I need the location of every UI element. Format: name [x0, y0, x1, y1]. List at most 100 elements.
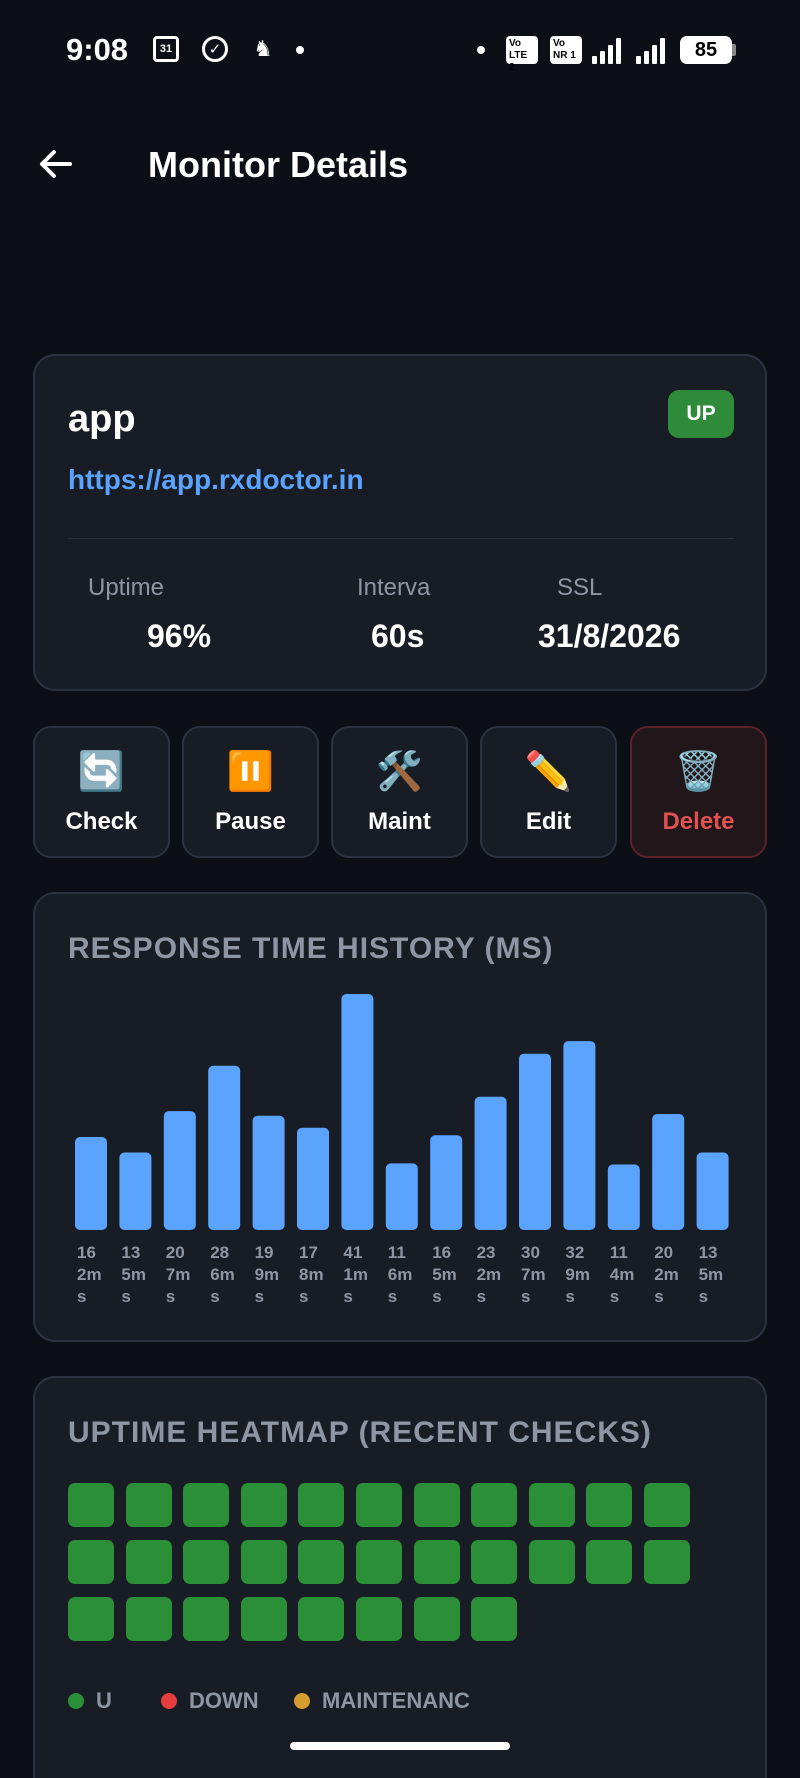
heatmap-cell[interactable] [125, 1483, 172, 1527]
legend-up-label: U [96, 1688, 112, 1713]
bar-label: 11 6m s [388, 1243, 413, 1306]
response-bar [563, 1041, 596, 1230]
heatmap-cell[interactable] [240, 1540, 287, 1584]
heatmap-cell[interactable] [413, 1597, 460, 1641]
heatmap-cell[interactable] [298, 1597, 345, 1641]
bar-label: 17 8m s [299, 1243, 324, 1306]
response-bar [297, 1127, 329, 1230]
monitor-info-card: app https://app.rxdoctor.in UP Uptime 96… [33, 354, 767, 691]
heatmap-cell[interactable] [528, 1540, 575, 1584]
edit-button-label: Edit [525, 808, 572, 835]
app-bar: Monitor Details [0, 110, 800, 210]
pause-icon: ⏸️ [226, 751, 275, 793]
heatmap-cell[interactable] [471, 1540, 518, 1584]
heatmap-cell[interactable] [68, 1483, 114, 1527]
response-bar [696, 1152, 729, 1230]
heatmap-cell[interactable] [644, 1483, 690, 1527]
heatmap-cell[interactable] [68, 1597, 114, 1641]
monitor-url-link[interactable]: https://app.rxdoctor.in [68, 464, 364, 496]
bar-label: 23 2m s [477, 1243, 502, 1306]
response-bar [163, 1111, 196, 1230]
heatmap-cell[interactable] [471, 1483, 518, 1527]
notification-dot-icon [296, 46, 304, 54]
divider [68, 538, 734, 539]
heatmap-cell[interactable] [528, 1483, 575, 1527]
heatmap-cell[interactable] [471, 1597, 518, 1641]
vonr-icon: Vo NR 1 [550, 36, 582, 64]
home-indicator[interactable] [290, 1742, 510, 1750]
ssl-value: 31/8/2026 [538, 618, 681, 654]
response-bar [474, 1096, 507, 1230]
signal-icon [592, 38, 626, 64]
heatmap-cell[interactable] [183, 1597, 230, 1641]
battery-icon: 85 [680, 36, 732, 64]
heatmap-legend: U DOWN MAINTENANC [68, 1688, 708, 1718]
legend-maintenance: MAINTENANC [294, 1688, 470, 1714]
heatmap-cell[interactable] [644, 1540, 690, 1584]
back-arrow-icon[interactable] [36, 144, 76, 184]
bar-label: 28 6m s [210, 1243, 235, 1306]
check-button[interactable]: 🔄 Check [33, 726, 170, 858]
bar-label: 20 7m s [166, 1243, 191, 1306]
bar-label: 20 2m s [654, 1243, 679, 1306]
heatmap-cell[interactable] [298, 1483, 345, 1527]
action-buttons: 🔄 Check ⏸️ Pause 🛠️ Maint ✏️ Edit 🗑️ Del… [33, 726, 767, 858]
battery-tip [732, 44, 736, 56]
bar-label: 16 2m s [77, 1243, 102, 1306]
heatmap-cell[interactable] [240, 1483, 287, 1527]
response-bar [607, 1164, 640, 1230]
response-bar [430, 1135, 463, 1230]
heatmap-cell[interactable] [125, 1540, 172, 1584]
heatmap-cell[interactable] [356, 1483, 402, 1527]
uptime-heatmap-card: UPTIME HEATMAP (RECENT CHECKS) U DOWN MA… [33, 1376, 767, 1778]
bar-label: 16 5m s [432, 1243, 457, 1306]
bar-label: 32 9m s [565, 1243, 590, 1306]
heatmap-cell[interactable] [68, 1540, 114, 1584]
trash-icon: 🗑️ [674, 751, 723, 793]
interval-label: Interva [357, 574, 431, 601]
response-bar [652, 1114, 685, 1230]
heatmap-cell[interactable] [356, 1597, 402, 1641]
response-bar [341, 994, 374, 1230]
calendar-icon: 31 [153, 36, 179, 62]
heatmap-cell[interactable] [413, 1540, 460, 1584]
heatmap-cell[interactable] [240, 1597, 287, 1641]
bar-label: 11 4m s [610, 1243, 635, 1306]
signal-icon [636, 38, 670, 64]
heatmap-cell[interactable] [413, 1483, 460, 1527]
heatmap-cell[interactable] [125, 1597, 172, 1641]
legend-up: U [68, 1688, 112, 1714]
response-bar [119, 1152, 152, 1230]
pause-button[interactable]: ⏸️ Pause [182, 726, 319, 858]
maintenance-button[interactable]: 🛠️ Maint [331, 726, 468, 858]
bar-label: 13 5m s [121, 1243, 146, 1306]
maintenance-button-label: Maint [368, 808, 431, 835]
heatmap-cell[interactable] [586, 1483, 633, 1527]
volte-icon: Vo LTE 2 [506, 36, 538, 73]
clock: 9:08 [66, 32, 129, 67]
check-button-label: Check [65, 808, 138, 835]
response-bar [385, 1163, 418, 1230]
legend-maintenance-dot [294, 1693, 310, 1709]
response-time-card: RESPONSE TIME HISTORY (MS) 16 2m s 13 5m s 20 7… [33, 892, 767, 1342]
heatmap-cell[interactable] [356, 1540, 402, 1584]
uptime-label: Uptime [88, 574, 165, 601]
heatmap-cell[interactable] [183, 1540, 230, 1584]
response-bar [252, 1115, 285, 1230]
ssl-label: SSL [557, 574, 603, 601]
heatmap-cell[interactable] [298, 1540, 345, 1584]
status-bar: 9:08 31 ✓ ♞ Vo LTE 2 Vo NR 1 85 [0, 0, 800, 100]
bar-label: 19 9m s [255, 1243, 280, 1306]
edit-button[interactable]: ✏️ Edit [480, 726, 617, 858]
pause-button-label: Pause [215, 808, 286, 835]
legend-down: DOWN [161, 1688, 259, 1714]
response-bar [75, 1136, 107, 1230]
legend-down-label: DOWN [189, 1688, 259, 1713]
heatmap-title: UPTIME HEATMAP (RECENT CHECKS) [68, 1416, 652, 1449]
pencil-icon: ✏️ [524, 751, 573, 793]
heatmap-cell[interactable] [183, 1483, 230, 1527]
uptime-value: 96% [147, 618, 212, 654]
bar-label: 30 7m s [521, 1243, 546, 1306]
delete-button[interactable]: 🗑️ Delete [630, 726, 767, 858]
heatmap-cell[interactable] [586, 1540, 633, 1584]
